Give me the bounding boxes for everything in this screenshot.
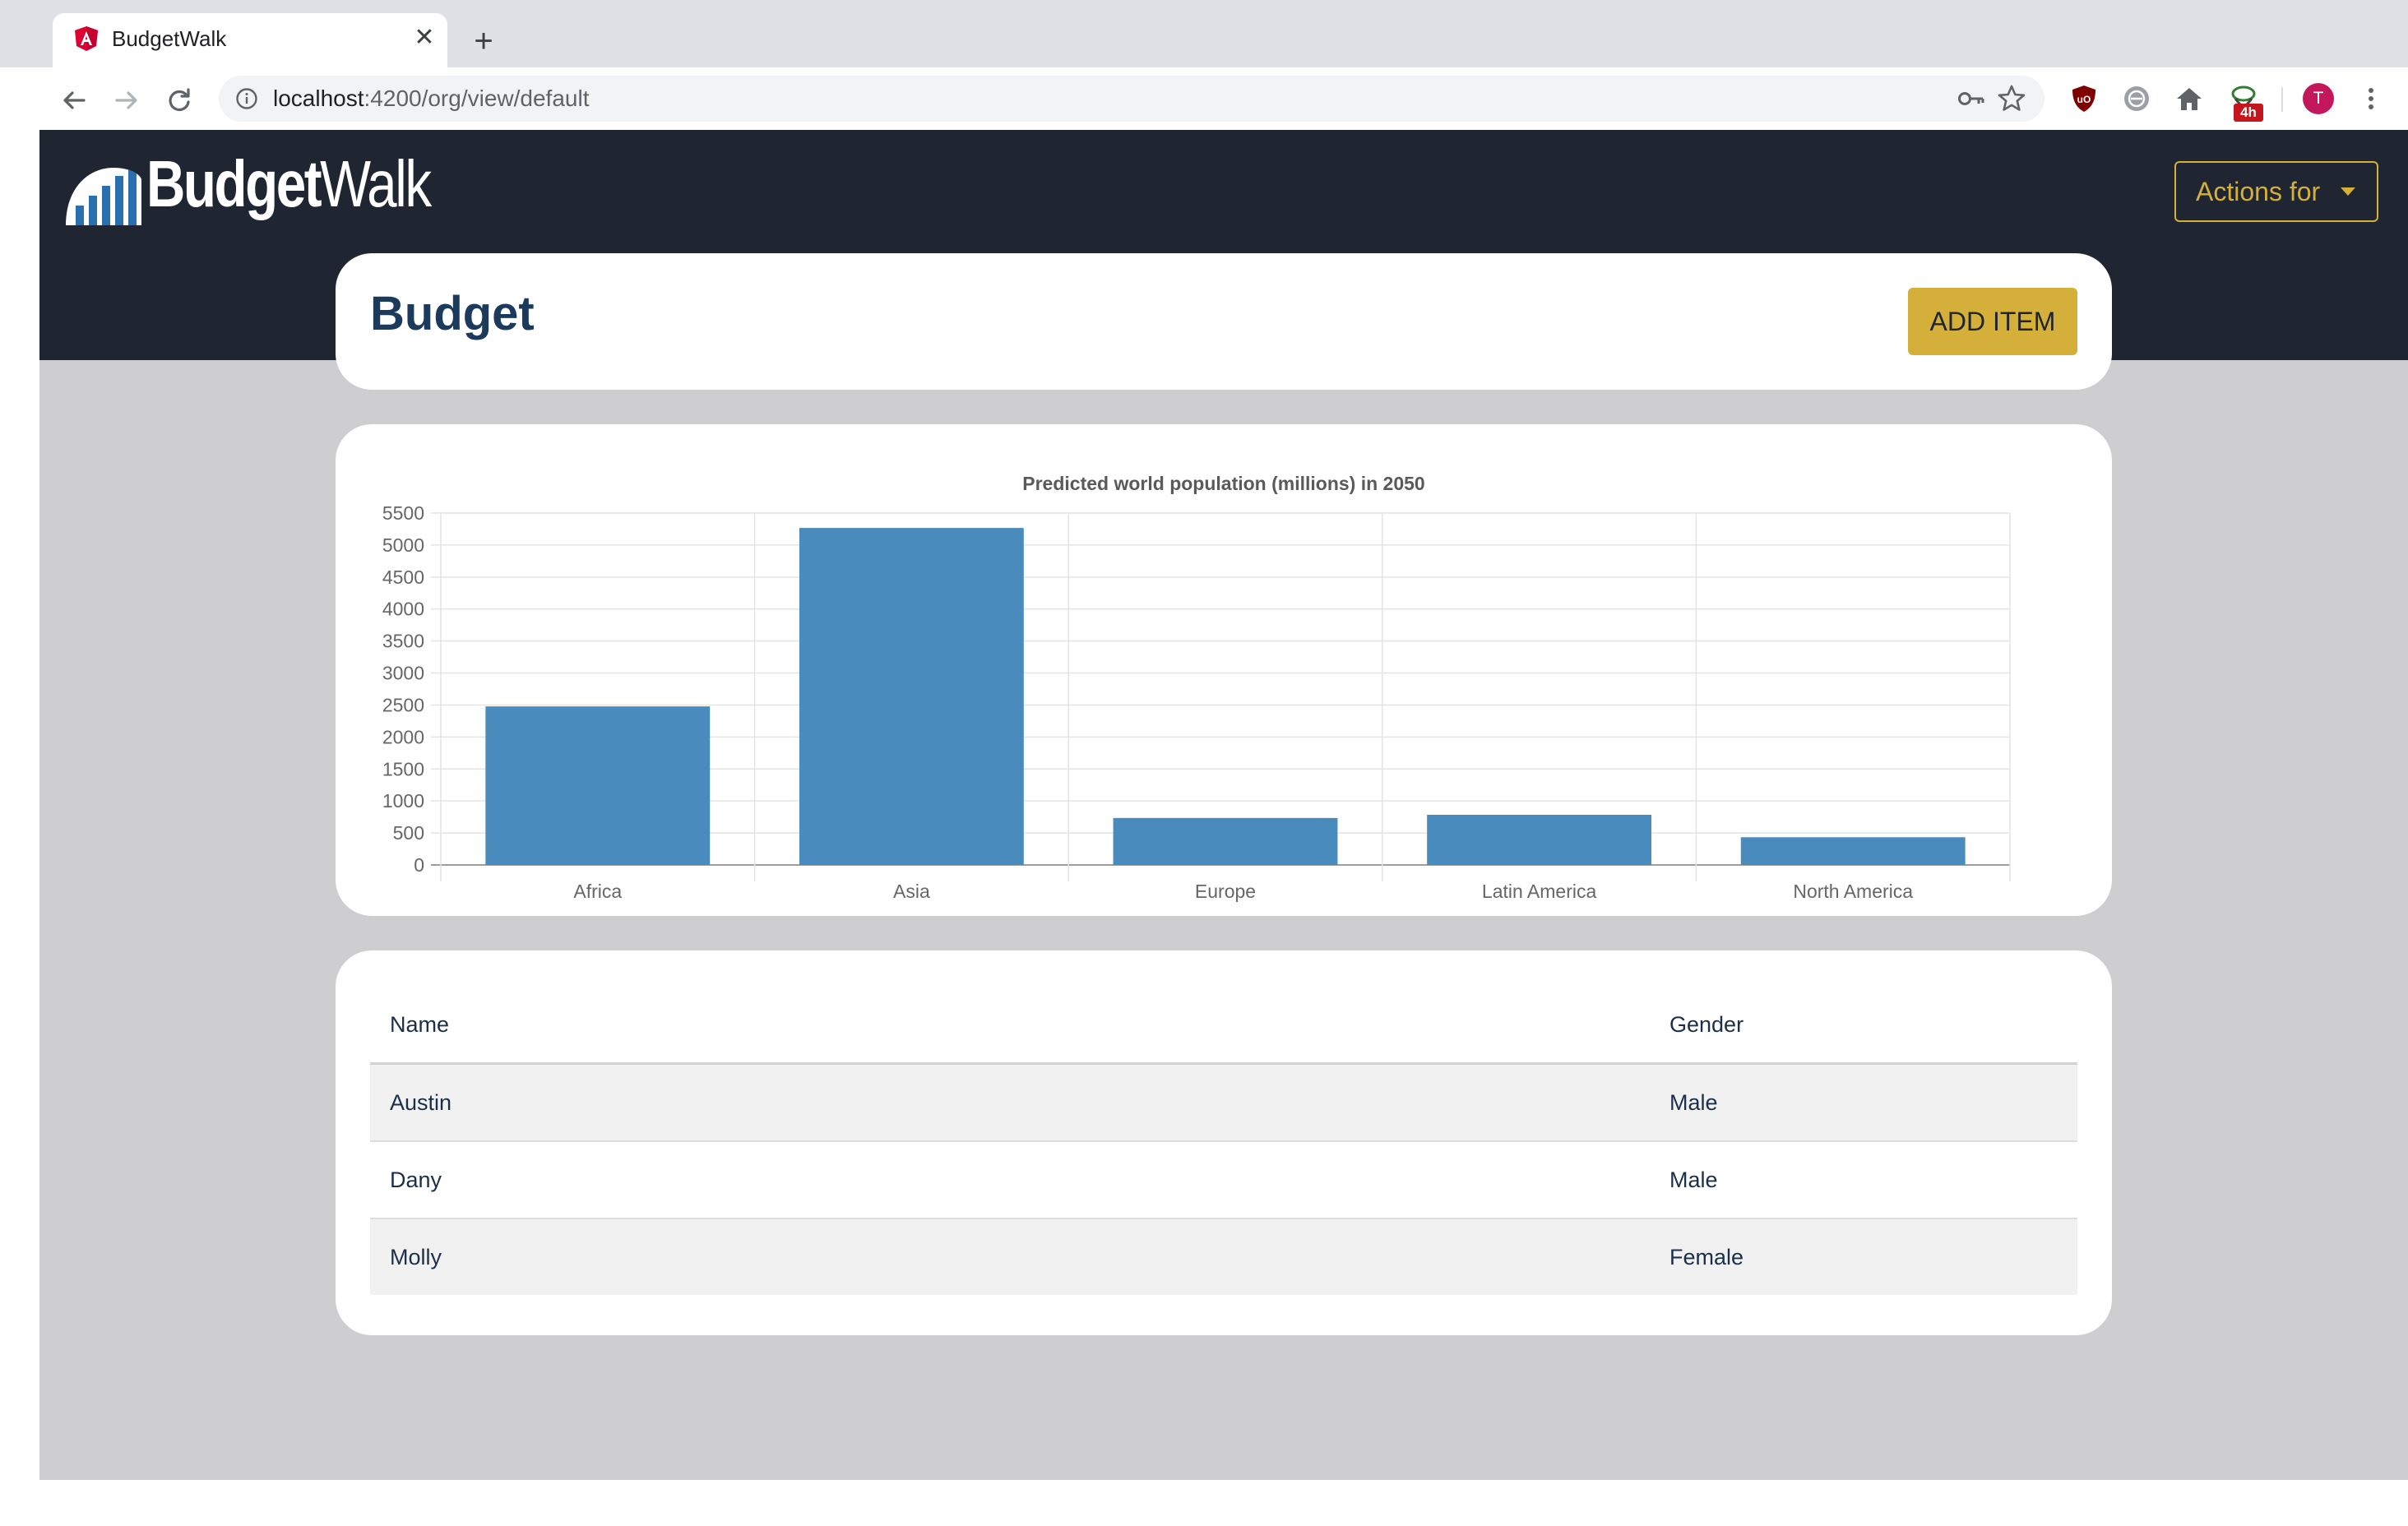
svg-text:uO: uO <box>2077 94 2091 105</box>
chart-title: Predicted world population (millions) in… <box>1022 473 1424 494</box>
y-tick-label: 1000 <box>382 790 424 812</box>
people-table: Name Gender Austin Male Dany Male Molly … <box>370 987 2077 1295</box>
add-item-button[interactable]: ADD ITEM <box>1908 288 2077 355</box>
logo-bars-icon <box>66 168 141 225</box>
y-tick-label: 0 <box>414 854 424 876</box>
y-tick-label: 2500 <box>382 694 424 715</box>
bar-latin-america[interactable] <box>1427 814 1652 865</box>
table-header-row: Name Gender <box>370 987 2077 1065</box>
browser-tab[interactable]: BudgetWalk ✕ <box>53 13 447 69</box>
caret-down-icon <box>2341 187 2355 196</box>
browser-toolbar: localhost:4200/org/view/default uO 4h T <box>0 67 2408 130</box>
cell-gender: Female <box>1669 1245 1744 1269</box>
key-icon[interactable] <box>1957 86 1985 112</box>
y-tick-label: 4000 <box>382 599 424 620</box>
people-table-card: Name Gender Austin Male Dany Male Molly … <box>336 950 2112 1335</box>
logo-budget-text: Budget <box>146 147 322 220</box>
page-content: BudgetWalk Actions for Budget ADD ITEM P… <box>39 130 2408 1480</box>
x-tick-label: Africa <box>573 881 622 902</box>
column-header-name[interactable]: Name <box>390 987 449 1062</box>
browser-tab-strip: BudgetWalk ✕ + <box>0 0 2408 69</box>
site-info-icon[interactable] <box>235 87 258 110</box>
y-tick-label: 3000 <box>382 663 424 684</box>
chart-bars <box>485 528 1966 865</box>
x-tick-label: North America <box>1793 881 1913 902</box>
bar-north-america[interactable] <box>1740 837 1966 865</box>
y-tick-label: 1500 <box>382 758 424 779</box>
url-host: localhost <box>273 86 364 111</box>
y-tick-label: 5500 <box>382 502 424 524</box>
url-text: localhost:4200/org/view/default <box>273 86 589 112</box>
table-row[interactable]: Molly Female <box>370 1219 2077 1295</box>
new-tab-icon[interactable]: + <box>465 23 502 59</box>
url-path: :4200/org/view/default <box>364 86 590 111</box>
logo-walk-text: Walk <box>320 147 432 220</box>
extension-badge: 4h <box>2234 104 2263 122</box>
ublock-shield-icon[interactable]: uO <box>2069 84 2099 113</box>
kebab-menu-icon[interactable] <box>2359 84 2383 113</box>
bookmark-star-icon[interactable] <box>1997 84 2026 113</box>
back-arrow-icon[interactable] <box>56 82 92 118</box>
x-tick-label: Asia <box>893 881 930 902</box>
page-title: Budget <box>370 287 535 340</box>
chart-card: Predicted world population (millions) in… <box>336 424 2112 916</box>
y-tick-label: 3500 <box>382 631 424 652</box>
x-tick-label: Latin America <box>1482 881 1597 902</box>
grey-globe-extension-icon[interactable] <box>2122 84 2151 113</box>
logo-wordmark: BudgetWalk <box>146 146 432 222</box>
bar-africa[interactable] <box>485 706 711 865</box>
table-row[interactable]: Austin Male <box>370 1065 2077 1142</box>
x-tick-label: Europe <box>1195 881 1256 902</box>
bar-asia[interactable] <box>799 528 1024 865</box>
home-icon[interactable] <box>2174 84 2204 113</box>
cell-name: Molly <box>390 1245 442 1269</box>
close-tab-icon[interactable]: ✕ <box>408 21 441 54</box>
toolbar-divider <box>2281 87 2283 112</box>
actions-label: Actions for <box>2196 177 2321 206</box>
budget-header-card: Budget ADD ITEM <box>336 253 2112 390</box>
window-bottom-margin <box>0 1480 2408 1526</box>
cell-name: Austin <box>390 1090 452 1115</box>
y-tick-label: 500 <box>393 822 424 844</box>
budgetwalk-logo[interactable]: BudgetWalk <box>64 146 451 238</box>
tab-title: BudgetWalk <box>112 26 227 51</box>
forward-arrow-icon[interactable] <box>109 82 145 118</box>
reload-icon[interactable] <box>161 82 197 118</box>
actions-dropdown-button[interactable]: Actions for <box>2174 161 2378 222</box>
y-tick-label: 5000 <box>382 534 424 556</box>
angular-favicon-icon <box>75 26 98 51</box>
y-tick-label: 2000 <box>382 726 424 747</box>
cell-gender: Male <box>1669 1090 1718 1115</box>
column-header-gender[interactable]: Gender <box>1669 987 1743 1062</box>
cell-name: Dany <box>390 1168 442 1192</box>
cell-gender: Male <box>1669 1168 1718 1192</box>
address-bar[interactable]: localhost:4200/org/view/default <box>219 76 2044 122</box>
y-tick-label: 4500 <box>382 566 424 588</box>
profile-avatar[interactable]: T <box>2303 83 2334 114</box>
population-bar-chart: Predicted world population (millions) in… <box>382 473 2011 902</box>
table-row[interactable]: Dany Male <box>370 1142 2077 1219</box>
bar-europe[interactable] <box>1113 817 1338 865</box>
